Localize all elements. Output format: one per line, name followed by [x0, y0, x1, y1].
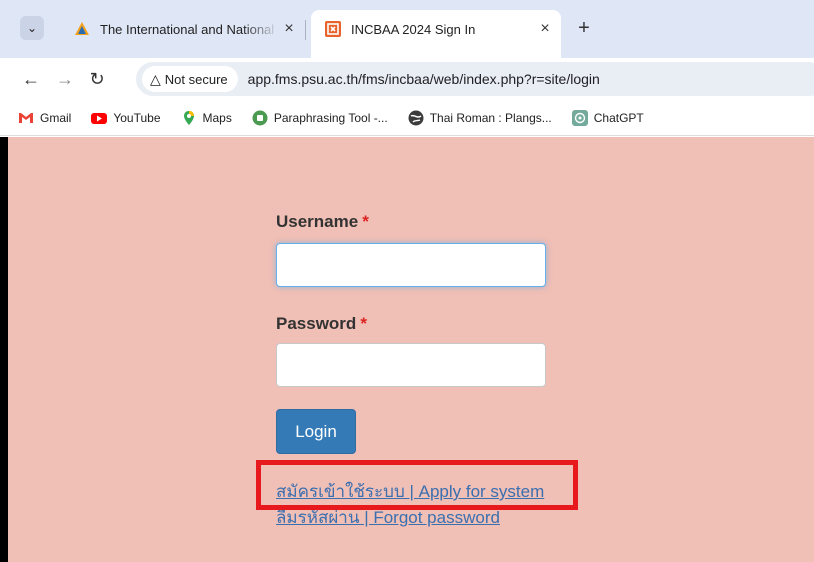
bookmark-gmail[interactable]: Gmail [18, 110, 71, 126]
tab-title: INCBAA 2024 Sign In [351, 21, 476, 37]
reload-icon: ↻ [89, 69, 105, 89]
required-mark: * [362, 212, 369, 231]
close-icon[interactable]: × [279, 20, 299, 38]
back-button[interactable]: ← [18, 66, 44, 92]
close-icon[interactable]: × [535, 20, 555, 38]
security-chip[interactable]: △ Not secure [142, 66, 238, 92]
chevron-down-icon: ⌄ [26, 21, 38, 35]
warning-triangle-icon: △ [150, 70, 161, 87]
apply-for-system-link[interactable]: สมัครเข้าใช้ระบบ | Apply for system [276, 478, 544, 505]
required-mark: * [360, 314, 367, 333]
login-button[interactable]: Login [276, 409, 356, 454]
chatgpt-icon [571, 109, 588, 126]
password-label: Password * [276, 314, 367, 333]
tab-search-button[interactable]: ⌄ [20, 16, 44, 40]
gmail-icon [19, 112, 33, 123]
bookmarks-bar: Gmail YouTube Maps Paraphrasing Tool -..… [0, 100, 814, 136]
tab-incbaa-sign-in[interactable]: INCBAA 2024 Sign In × [311, 10, 561, 64]
security-label: Not secure [164, 71, 228, 87]
arrow-left-icon: ← [22, 69, 40, 89]
arrow-right-icon: → [56, 69, 74, 89]
password-input[interactable] [276, 343, 546, 387]
username-label: Username * [276, 212, 369, 231]
tab-title: The International and National Conferenc… [100, 21, 279, 37]
bookmark-youtube[interactable]: YouTube [91, 110, 161, 126]
bookmark-paraphrasing-tool[interactable]: Paraphrasing Tool -... [252, 110, 388, 126]
maps-icon [183, 110, 194, 125]
bookmark-maps[interactable]: Maps [181, 110, 232, 126]
bookmark-chatgpt[interactable]: ChatGPT [571, 109, 644, 126]
youtube-icon [91, 112, 108, 124]
address-bar[interactable]: △ Not secure app.fms.psu.ac.th/fms/incba… [136, 62, 814, 96]
bookmark-thai-roman[interactable]: Thai Roman : Plangs... [408, 110, 552, 126]
forgot-password-link[interactable]: ลืมรหัสผ่าน | Forgot password [276, 504, 500, 531]
incbaa-logo-icon [325, 21, 341, 37]
globe-icon [408, 110, 424, 125]
new-tab-button[interactable]: + [572, 16, 596, 40]
reload-button[interactable]: ↻ [84, 66, 110, 92]
paraphrasing-icon [252, 110, 268, 125]
tab-separator [305, 20, 306, 40]
triangle-logo-icon [75, 22, 89, 35]
window-edge [0, 137, 8, 562]
forward-button[interactable]: → [52, 66, 78, 92]
url-text[interactable]: app.fms.psu.ac.th/fms/incbaa/web/index.p… [248, 71, 600, 87]
tab-bar: ⌄ The International and National Confere… [0, 0, 814, 64]
browser-toolbar: ← → ↻ △ Not secure app.fms.psu.ac.th/fms… [0, 58, 814, 100]
username-input[interactable] [276, 243, 546, 287]
tab-international-conference[interactable]: The International and National Conferenc… [60, 10, 305, 48]
